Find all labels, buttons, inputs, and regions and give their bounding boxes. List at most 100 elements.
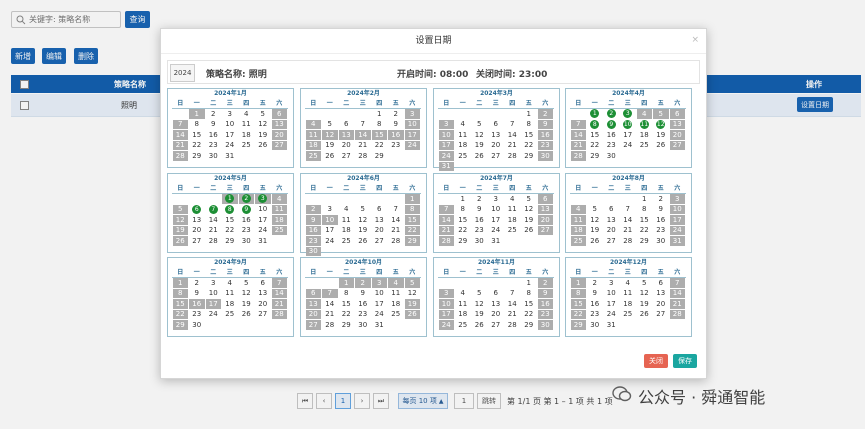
day-cell[interactable]: 5 <box>255 109 272 120</box>
day-cell[interactable]: 19 <box>471 309 488 320</box>
day-cell[interactable]: 17 <box>438 140 454 150</box>
day-cell[interactable]: 16 <box>205 130 222 141</box>
day-cell[interactable]: 5 <box>172 204 188 214</box>
day-cell[interactable]: 21 <box>322 309 339 320</box>
day-cell[interactable]: 18 <box>620 299 637 310</box>
day-cell[interactable]: 16 <box>238 215 255 226</box>
day-cell[interactable]: 7 <box>570 119 586 129</box>
day-cell[interactable]: 16 <box>388 130 404 140</box>
day-cell[interactable]: 21 <box>669 299 685 309</box>
day-cell[interactable]: 11 <box>305 130 321 140</box>
day-cell[interactable]: 23 <box>205 140 222 151</box>
day-cell[interactable]: 8 <box>172 288 188 298</box>
day-cell[interactable]: 24 <box>438 151 454 161</box>
day-cell[interactable]: 29 <box>172 320 188 330</box>
day-cell[interactable]: 15 <box>338 299 355 310</box>
day-cell[interactable]: 10 <box>438 130 454 140</box>
day-cell[interactable]: 20 <box>371 225 388 236</box>
day-cell[interactable]: 9 <box>537 288 553 298</box>
day-cell[interactable]: 6 <box>537 194 553 204</box>
day-cell[interactable]: 23 <box>653 225 670 236</box>
day-cell[interactable]: 6 <box>653 278 670 289</box>
day-cell[interactable]: 2 <box>355 278 371 288</box>
day-cell[interactable]: 26 <box>238 309 255 320</box>
day-cell[interactable]: 14 <box>620 215 637 226</box>
day-cell[interactable]: 26 <box>322 151 339 162</box>
day-cell[interactable]: 18 <box>238 130 255 141</box>
day-cell[interactable]: 26 <box>471 320 488 331</box>
day-cell[interactable]: 19 <box>255 130 272 141</box>
day-cell[interactable]: 19 <box>355 225 372 236</box>
day-cell[interactable]: 28 <box>620 236 637 247</box>
day-cell[interactable]: 10 <box>620 119 637 130</box>
day-cell[interactable]: 13 <box>189 215 206 226</box>
day-cell[interactable]: 17 <box>488 215 505 226</box>
day-cell[interactable]: 1 <box>371 109 388 120</box>
day-cell[interactable]: 13 <box>537 204 553 214</box>
day-cell[interactable]: 20 <box>255 299 272 310</box>
day-cell[interactable]: 25 <box>620 309 637 320</box>
day-cell[interactable]: 27 <box>669 140 685 150</box>
day-cell[interactable]: 5 <box>238 278 255 289</box>
day-cell[interactable]: 30 <box>205 151 222 162</box>
day-cell[interactable]: 6 <box>255 278 272 289</box>
day-cell[interactable]: 27 <box>338 151 355 162</box>
day-cell[interactable]: 19 <box>653 130 670 141</box>
day-cell[interactable]: 25 <box>338 236 355 247</box>
day-cell[interactable]: 22 <box>189 140 206 151</box>
day-cell[interactable]: 23 <box>537 140 553 150</box>
day-cell[interactable]: 22 <box>371 140 388 151</box>
day-cell[interactable]: 8 <box>587 119 604 130</box>
day-cell[interactable]: 12 <box>653 119 670 130</box>
day-cell[interactable]: 1 <box>636 194 653 205</box>
day-cell[interactable]: 30 <box>653 236 670 247</box>
day-cell[interactable]: 19 <box>471 140 488 151</box>
day-cell[interactable]: 16 <box>603 130 620 141</box>
day-cell[interactable]: 30 <box>355 320 372 331</box>
day-cell[interactable]: 9 <box>355 288 372 299</box>
day-cell[interactable]: 25 <box>222 309 239 320</box>
day-cell[interactable]: 13 <box>653 288 670 299</box>
day-cell[interactable]: 1 <box>338 278 354 288</box>
day-cell[interactable]: 11 <box>504 204 521 215</box>
day-cell[interactable]: 6 <box>669 109 685 119</box>
day-cell[interactable]: 10 <box>438 299 454 309</box>
day-cell[interactable]: 7 <box>322 288 338 298</box>
day-cell[interactable]: 9 <box>205 119 222 130</box>
day-cell[interactable]: 27 <box>488 151 505 162</box>
day-cell[interactable]: 21 <box>172 140 188 150</box>
day-cell[interactable]: 17 <box>438 309 454 319</box>
day-cell[interactable]: 23 <box>603 140 620 151</box>
day-cell[interactable]: 8 <box>189 119 206 130</box>
day-cell[interactable]: 31 <box>438 161 454 171</box>
day-cell[interactable]: 19 <box>404 299 420 309</box>
day-cell[interactable]: 27 <box>537 225 553 235</box>
day-cell[interactable]: 25 <box>238 140 255 151</box>
day-cell[interactable]: 14 <box>271 288 287 298</box>
day-cell[interactable]: 15 <box>587 130 604 141</box>
day-cell[interactable]: 14 <box>669 288 685 298</box>
day-cell[interactable]: 29 <box>570 320 586 330</box>
day-cell[interactable]: 4 <box>238 109 255 120</box>
day-cell[interactable]: 17 <box>603 299 620 310</box>
day-cell[interactable]: 4 <box>305 119 321 129</box>
day-cell[interactable]: 9 <box>471 204 488 215</box>
day-cell[interactable]: 15 <box>521 130 538 141</box>
day-cell[interactable]: 8 <box>338 288 355 299</box>
day-cell[interactable]: 8 <box>570 288 586 298</box>
day-cell[interactable]: 3 <box>620 109 637 120</box>
day-cell[interactable]: 4 <box>620 278 637 289</box>
day-cell[interactable]: 4 <box>504 194 521 205</box>
day-cell[interactable]: 22 <box>521 140 538 151</box>
day-cell[interactable]: 10 <box>404 119 420 129</box>
day-cell[interactable]: 19 <box>636 299 653 310</box>
save-button[interactable]: 保存 <box>673 354 697 368</box>
day-cell[interactable]: 13 <box>603 215 620 226</box>
day-cell[interactable]: 20 <box>537 215 553 225</box>
day-cell[interactable]: 22 <box>172 309 188 319</box>
day-cell[interactable]: 27 <box>603 236 620 247</box>
day-cell[interactable]: 19 <box>587 225 604 236</box>
day-cell[interactable]: 5 <box>653 109 669 119</box>
day-cell[interactable]: 8 <box>455 204 472 215</box>
day-cell[interactable]: 7 <box>504 288 521 299</box>
